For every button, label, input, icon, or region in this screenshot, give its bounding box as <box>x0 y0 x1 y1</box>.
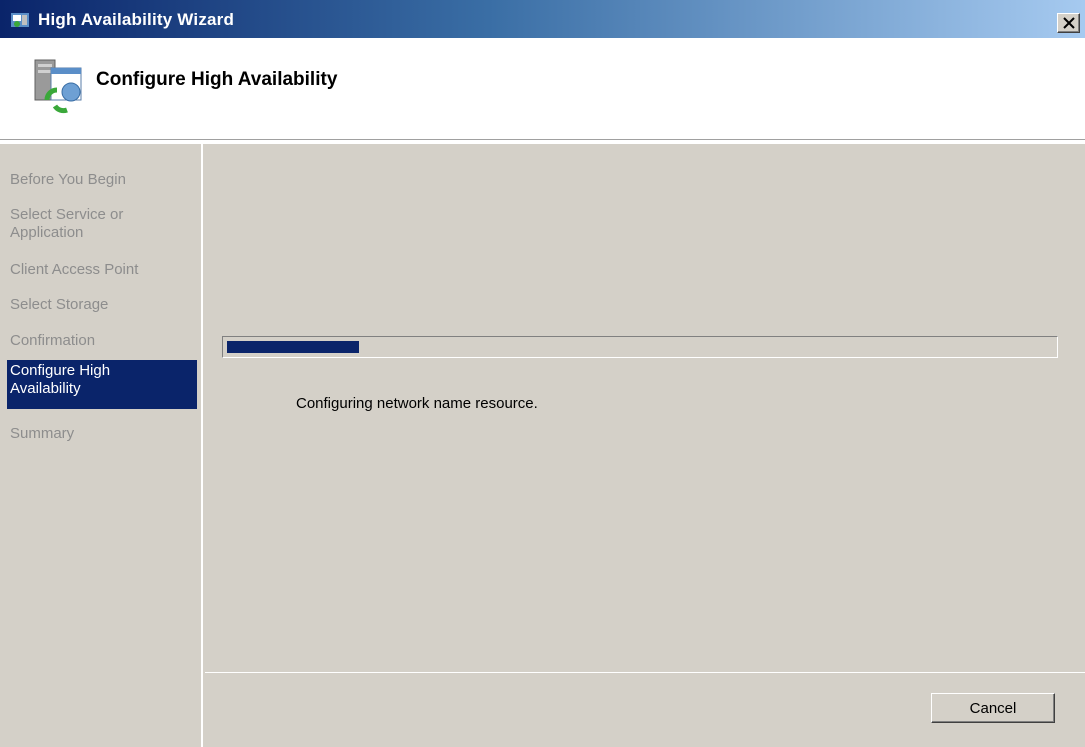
title-bar[interactable]: High Availability Wizard <box>0 0 1085 38</box>
progress-bar-fill <box>227 341 359 353</box>
sidebar-item-confirmation[interactable]: Confirmation <box>7 332 197 350</box>
sidebar-item-label: Summary <box>10 425 75 442</box>
wizard-header: Configure High Availability <box>0 38 1085 140</box>
window-title: High Availability Wizard <box>38 10 235 29</box>
progress-bar <box>222 336 1058 358</box>
sidebar-item-select-storage[interactable]: Select Storage <box>7 296 197 314</box>
sidebar-item-label: Confirmation <box>10 332 96 349</box>
sidebar-item-label: Client Access Point <box>10 261 139 278</box>
wizard-app-icon <box>11 13 29 27</box>
cancel-button[interactable]: Cancel <box>931 693 1055 723</box>
sidebar-item-summary[interactable]: Summary <box>7 425 197 443</box>
wizard-server-icon <box>34 59 82 114</box>
wizard-window: High Availability Wizard Configure High … <box>0 0 1085 747</box>
page-title: Configure High Availability <box>96 69 338 90</box>
wizard-steps-sidebar: Before You Begin Select Service or Appli… <box>7 144 203 747</box>
status-text: Configuring network name resource. <box>296 395 538 412</box>
sidebar-item-before-you-begin[interactable]: Before You Begin <box>7 171 197 189</box>
sidebar-item-label: Select Service or Application <box>10 206 124 241</box>
sidebar-item-select-service[interactable]: Select Service or Application <box>7 206 167 242</box>
sidebar-item-configure-high-availability[interactable]: Configure High Availability <box>7 360 197 409</box>
sidebar-item-label: Before You Begin <box>10 171 126 188</box>
close-icon <box>1063 17 1075 29</box>
close-button[interactable] <box>1057 13 1080 33</box>
sidebar-item-label: Configure High Availability <box>10 362 111 397</box>
sidebar-item-label: Select Storage <box>10 296 109 313</box>
sidebar-item-client-access-point[interactable]: Client Access Point <box>7 261 197 279</box>
